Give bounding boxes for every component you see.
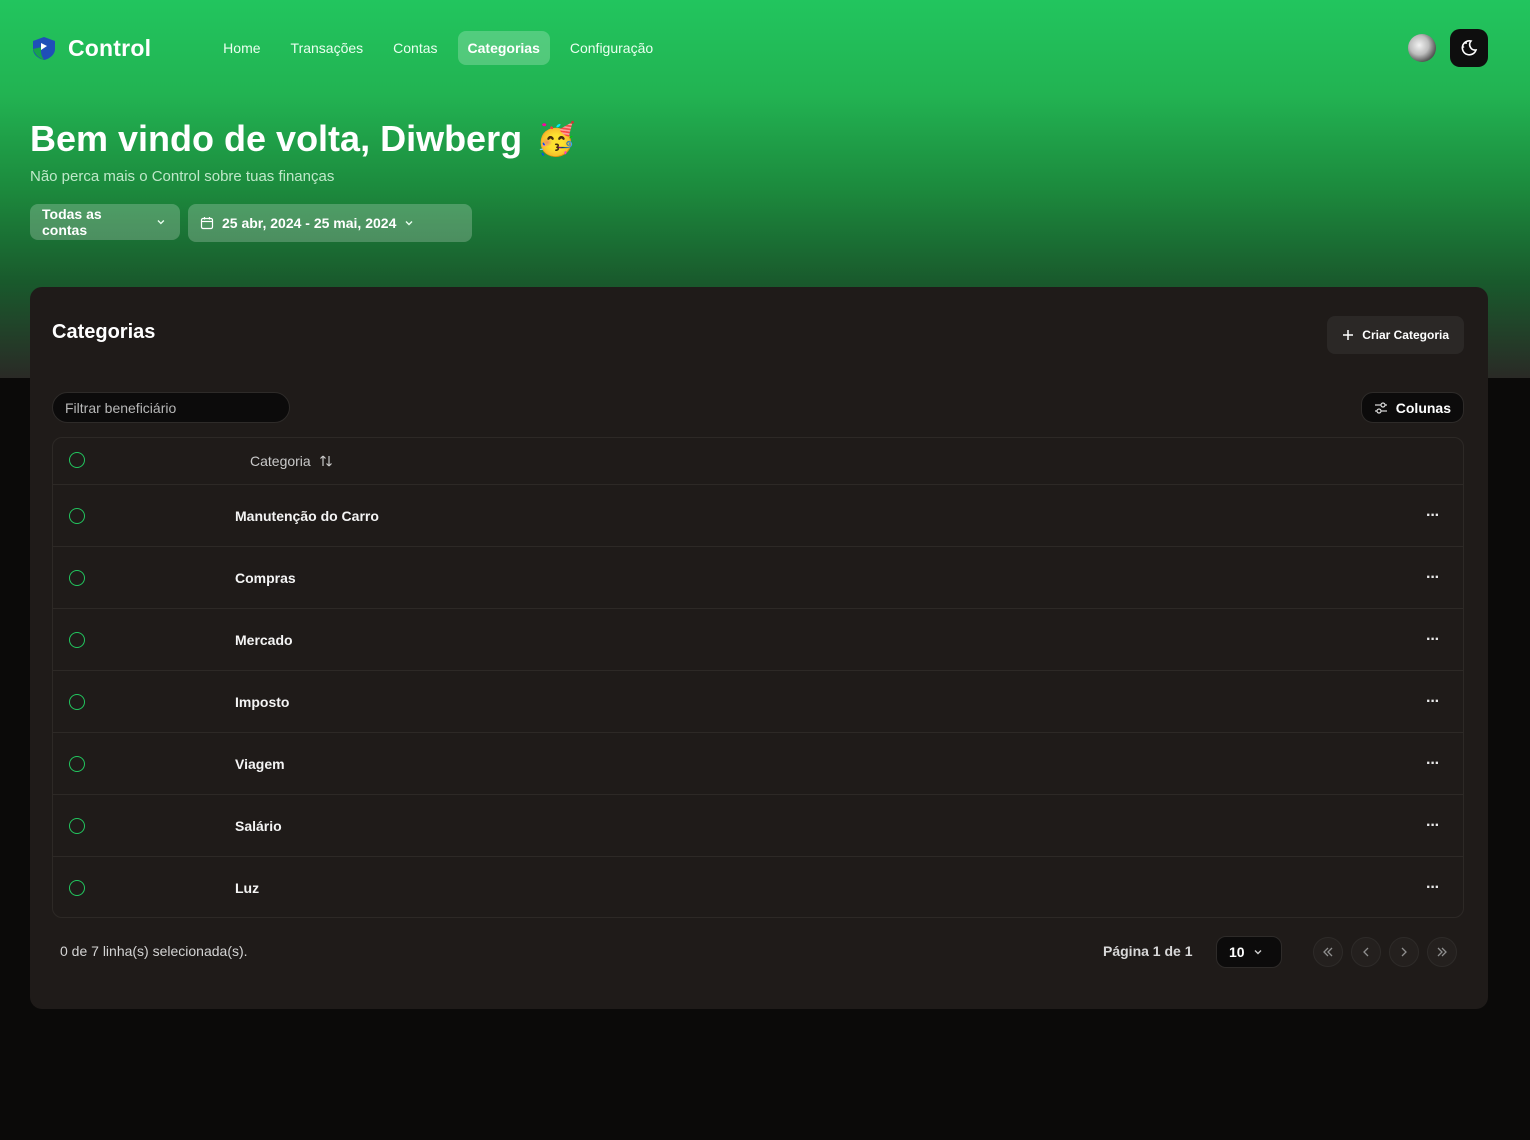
nav-home[interactable]: Home <box>213 31 270 65</box>
selection-count: 0 de 7 linha(s) selecionada(s). <box>60 943 248 959</box>
row-checkbox[interactable] <box>69 755 85 772</box>
create-category-label: Criar Categoria <box>1362 328 1449 342</box>
welcome-heading: Bem vindo de volta, Diwberg 🥳 <box>30 118 576 160</box>
brand-name: Control <box>68 34 152 61</box>
page-info: Página 1 de 1 <box>1103 943 1193 959</box>
nav-contas[interactable]: Contas <box>383 31 447 65</box>
next-page-button[interactable] <box>1389 937 1419 967</box>
main-nav: Home Transações Contas Categorias Config… <box>213 31 663 65</box>
categories-table: Categoria Manutenção do Carro ··· Compra… <box>52 437 1464 918</box>
category-name: Mercado <box>235 631 293 648</box>
chevron-down-icon <box>1254 950 1262 955</box>
category-name: Manutenção do Carro <box>235 507 379 524</box>
row-actions-icon[interactable]: ··· <box>1426 631 1440 649</box>
filter-beneficiary-input[interactable] <box>52 392 290 423</box>
row-checkbox[interactable] <box>69 693 85 710</box>
chevrons-right-icon <box>1437 947 1447 957</box>
row-checkbox[interactable] <box>69 569 85 586</box>
table-row[interactable]: Mercado ··· <box>53 609 1463 671</box>
select-all-checkbox[interactable] <box>69 452 85 468</box>
row-checkbox[interactable] <box>69 631 85 648</box>
top-right-actions <box>1408 29 1488 67</box>
category-name: Salário <box>235 817 282 834</box>
top-navigation: Control Home Transações Contas Categoria… <box>30 28 1488 68</box>
table-row[interactable]: Salário ··· <box>53 795 1463 857</box>
table-row[interactable]: Manutenção do Carro ··· <box>53 485 1463 547</box>
date-range-picker[interactable]: 25 abr, 2024 - 25 mai, 2024 <box>188 204 472 242</box>
row-checkbox[interactable] <box>69 880 85 896</box>
row-actions-icon[interactable]: ··· <box>1426 879 1440 897</box>
row-checkbox[interactable] <box>69 507 85 524</box>
calendar-icon <box>200 217 214 230</box>
sort-arrows-icon <box>319 455 332 467</box>
plus-icon <box>1343 330 1354 340</box>
table-row[interactable]: Imposto ··· <box>53 671 1463 733</box>
logo-icon <box>30 34 58 62</box>
table-row[interactable]: Luz ··· <box>53 857 1463 917</box>
welcome-title: Bem vindo de volta, Diwberg <box>30 118 523 159</box>
row-actions-icon[interactable]: ··· <box>1426 755 1440 773</box>
page-size-value: 10 <box>1229 944 1245 960</box>
chevron-down-icon <box>157 220 165 225</box>
create-category-button[interactable]: Criar Categoria <box>1327 316 1464 354</box>
category-name: Compras <box>235 569 296 586</box>
user-avatar[interactable] <box>1408 34 1436 62</box>
category-name: Imposto <box>235 693 290 710</box>
accounts-label: Todas as contas <box>42 206 102 238</box>
chevrons-left-icon <box>1323 947 1333 957</box>
sliders-icon <box>1374 401 1387 414</box>
first-page-button[interactable] <box>1313 937 1343 967</box>
category-name: Luz <box>235 880 260 896</box>
party-face-emoji: 🥳 <box>536 121 576 157</box>
last-page-button[interactable] <box>1427 937 1457 967</box>
row-actions-icon[interactable]: ··· <box>1426 817 1440 835</box>
date-range-label: 25 abr, 2024 - 25 mai, 2024 <box>222 215 397 231</box>
row-actions-icon[interactable]: ··· <box>1426 693 1440 711</box>
chevron-left-icon <box>1363 947 1369 957</box>
nav-configuracao[interactable]: Configuração <box>560 31 663 65</box>
welcome-subtitle: Não perca mais o Control sobre tuas fina… <box>30 168 335 185</box>
pagination-controls <box>1313 937 1457 967</box>
category-name: Viagem <box>235 755 285 772</box>
brand[interactable]: Control <box>30 34 151 62</box>
card-title: Categorias <box>52 321 156 343</box>
row-actions-icon[interactable]: ··· <box>1426 507 1440 525</box>
previous-page-button[interactable] <box>1351 937 1381 967</box>
column-header-categoria[interactable]: Categoria <box>250 453 333 469</box>
accounts-select[interactable]: Todas as contas <box>30 204 180 240</box>
page-size-select[interactable]: 10 <box>1216 936 1282 968</box>
theme-toggle-button[interactable] <box>1450 29 1488 67</box>
chevron-right-icon <box>1401 947 1407 957</box>
moon-icon <box>1461 40 1478 56</box>
chevron-down-icon <box>405 221 413 226</box>
row-actions-icon[interactable]: ··· <box>1426 569 1440 587</box>
nav-transacoes[interactable]: Transações <box>281 31 374 65</box>
categories-card: Categorias Criar Categoria Colunas Categ… <box>30 287 1488 1009</box>
columns-button[interactable]: Colunas <box>1360 392 1464 423</box>
table-header-row: Categoria <box>53 438 1463 485</box>
nav-categorias[interactable]: Categorias <box>457 31 550 65</box>
filters-bar: Todas as contas 25 abr, 2024 - 25 mai, 2… <box>30 204 472 242</box>
table-row[interactable]: Viagem ··· <box>53 733 1463 795</box>
table-row[interactable]: Compras ··· <box>53 547 1463 609</box>
columns-label: Colunas <box>1395 399 1451 416</box>
column-header-label: Categoria <box>250 453 311 469</box>
row-checkbox[interactable] <box>69 817 85 834</box>
